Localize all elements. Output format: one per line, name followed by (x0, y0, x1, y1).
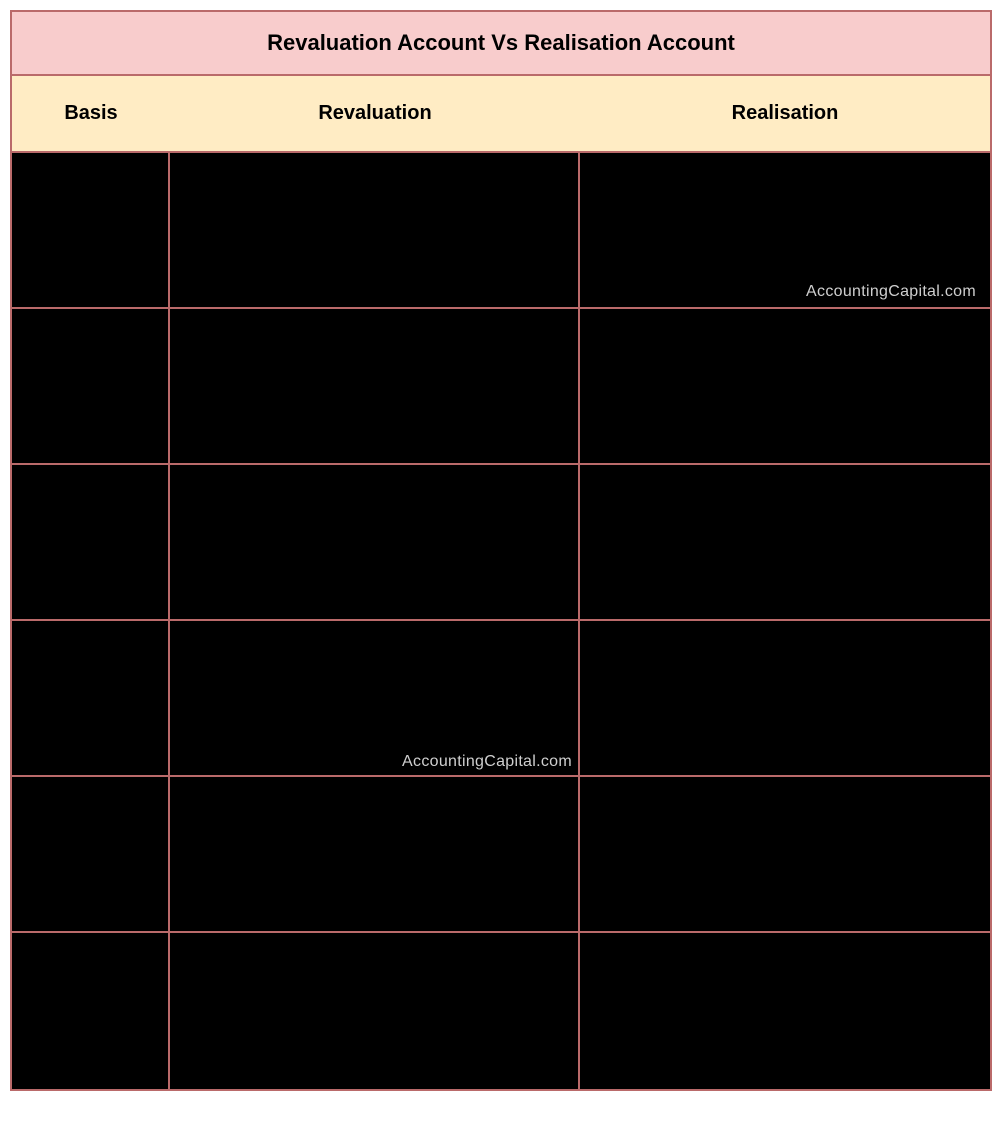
table-body: AccountingCapital.com AccountingCapital.… (12, 153, 990, 1089)
table-row: AccountingCapital.com (12, 153, 990, 309)
cell-realisation (580, 777, 990, 931)
cell-basis (12, 153, 170, 307)
header-revaluation: Revaluation (170, 76, 580, 151)
cell-revaluation (170, 933, 580, 1089)
cell-revaluation (170, 153, 580, 307)
header-basis: Basis (12, 76, 170, 151)
cell-realisation (580, 933, 990, 1089)
cell-realisation (580, 309, 990, 463)
header-realisation: Realisation (580, 76, 990, 151)
comparison-table: Revaluation Account Vs Realisation Accou… (10, 10, 992, 1091)
cell-revaluation (170, 309, 580, 463)
table-row: AccountingCapital.com (12, 621, 990, 777)
cell-realisation: AccountingCapital.com (580, 153, 990, 307)
column-headers: Basis Revaluation Realisation (12, 76, 990, 153)
cell-revaluation (170, 465, 580, 619)
table-row (12, 777, 990, 933)
cell-revaluation: AccountingCapital.com (170, 621, 580, 775)
cell-basis (12, 621, 170, 775)
cell-revaluation (170, 777, 580, 931)
watermark-text: AccountingCapital.com (806, 283, 976, 301)
table-title: Revaluation Account Vs Realisation Accou… (12, 12, 990, 76)
table-row (12, 309, 990, 465)
cell-basis (12, 933, 170, 1089)
cell-basis (12, 465, 170, 619)
cell-basis (12, 309, 170, 463)
table-row (12, 933, 990, 1089)
cell-basis (12, 777, 170, 931)
cell-realisation (580, 621, 990, 775)
watermark-text: AccountingCapital.com (402, 753, 572, 771)
cell-realisation (580, 465, 990, 619)
table-row (12, 465, 990, 621)
